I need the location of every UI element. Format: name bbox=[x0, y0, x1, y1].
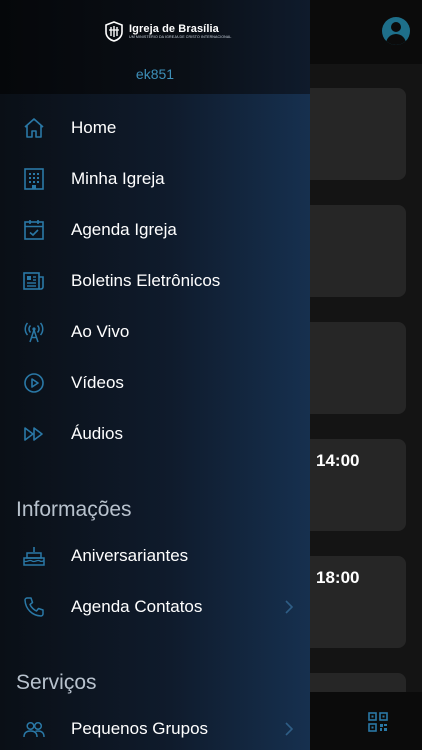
menu-label: Agenda Contatos bbox=[71, 596, 203, 616]
menu-label: Boletins Eletrônicos bbox=[71, 270, 221, 290]
brand-subtitle: UM MINISTÉRIO DA IGREJA DE CRISTO INTERN… bbox=[129, 34, 232, 39]
phone-icon bbox=[22, 595, 46, 619]
calendar-check-icon bbox=[22, 218, 46, 242]
broadcast-antenna-icon bbox=[22, 320, 46, 344]
menu-label: Minha Igreja bbox=[71, 168, 165, 188]
newspaper-icon bbox=[22, 269, 46, 293]
menu-label: Agenda Igreja bbox=[71, 219, 177, 239]
menu-item-videos[interactable]: Vídeos bbox=[0, 357, 310, 408]
username-label: ek851 bbox=[135, 66, 175, 82]
menu-item-minha-igreja[interactable]: Minha Igreja bbox=[0, 153, 310, 204]
chevron-right-icon bbox=[285, 599, 294, 614]
chevron-right-icon bbox=[285, 721, 294, 736]
home-icon bbox=[22, 116, 46, 140]
people-group-icon bbox=[22, 717, 46, 741]
fast-forward-icon bbox=[22, 422, 46, 446]
play-circle-icon bbox=[22, 371, 46, 395]
menu-item-aniversariantes[interactable]: Aniversariantes bbox=[0, 530, 310, 581]
menu-item-ao-vivo[interactable]: Ao Vivo bbox=[0, 306, 310, 357]
drawer-header: Igreja de Brasília UM MINISTÉRIO DA IGRE… bbox=[0, 0, 310, 94]
qr-code-icon[interactable] bbox=[368, 712, 388, 732]
menu-item-audios[interactable]: Áudios bbox=[0, 408, 310, 459]
section-title-servicos: Serviços bbox=[16, 671, 97, 694]
brand-title: Igreja de Brasília bbox=[129, 22, 219, 35]
section-title-informacoes: Informações bbox=[16, 498, 132, 521]
menu-label: Aniversariantes bbox=[71, 545, 189, 565]
menu-item-boletins[interactable]: Boletins Eletrônicos bbox=[0, 255, 310, 306]
profile-avatar-icon[interactable] bbox=[382, 17, 410, 45]
menu-label: Ao Vivo bbox=[71, 321, 130, 341]
building-icon bbox=[22, 167, 46, 191]
church-logo: Igreja de Brasília UM MINISTÉRIO DA IGRE… bbox=[102, 18, 231, 44]
menu-item-home[interactable]: Home bbox=[0, 102, 310, 153]
menu-label: Áudios bbox=[71, 423, 123, 443]
menu-item-agenda-igreja[interactable]: Agenda Igreja bbox=[0, 204, 310, 255]
event-time: 18:00 bbox=[316, 568, 360, 587]
menu-label: Pequenos Grupos bbox=[71, 718, 209, 738]
birthday-cake-icon bbox=[22, 544, 46, 568]
navigation-drawer: Igreja de Brasília UM MINISTÉRIO DA IGRE… bbox=[0, 0, 310, 750]
menu-label: Vídeos bbox=[71, 372, 124, 392]
menu-label: Home bbox=[71, 117, 117, 137]
event-time: 14:00 bbox=[316, 451, 360, 470]
church-crest-icon bbox=[105, 21, 123, 42]
menu-item-agenda-contatos[interactable]: Agenda Contatos bbox=[0, 581, 310, 632]
menu-item-pequenos-grupos[interactable]: Pequenos Grupos bbox=[0, 703, 310, 750]
